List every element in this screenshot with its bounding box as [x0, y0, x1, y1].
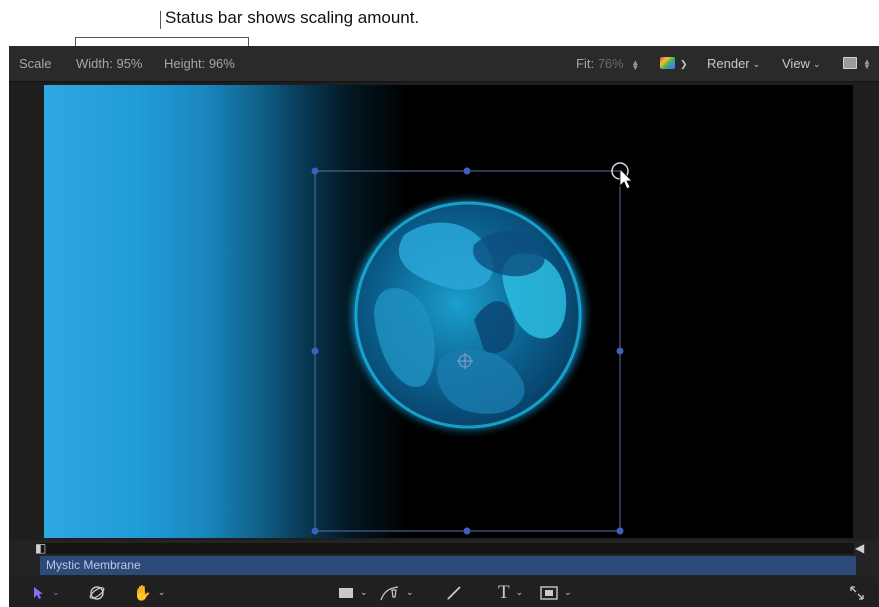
canvas-toolbar: ⌄ ✋ ⌄ ⌄ ⌄ T ⌄ ⌄ — [9, 577, 879, 607]
scale-handle[interactable] — [616, 527, 624, 535]
width-value: 95% — [116, 56, 143, 71]
expand-arrows-icon — [850, 586, 864, 600]
orbit-tool-button[interactable] — [88, 584, 106, 602]
width-readout: Width: 95% — [76, 57, 143, 71]
view-layout-icon[interactable] — [843, 57, 857, 69]
chevron-down-icon: ❯ — [680, 59, 688, 69]
chevron-down-icon: ⌄ — [812, 59, 821, 69]
callout-leader — [160, 11, 161, 29]
bezier-tool-button[interactable]: ⌄ — [380, 584, 414, 602]
arrow-cursor-icon — [34, 587, 43, 599]
channels-menu[interactable]: ❯ — [677, 57, 688, 72]
text-T-icon: T — [498, 582, 510, 603]
scale-handle[interactable] — [311, 167, 319, 175]
text-tool-button[interactable]: T ⌄ — [498, 582, 524, 603]
chevron-down-icon: ⌄ — [515, 586, 524, 597]
play-range-start-icon[interactable]: ◧ — [35, 542, 46, 554]
scale-handle[interactable] — [311, 347, 319, 355]
render-label: Render — [707, 56, 750, 71]
scale-handle[interactable] — [311, 527, 319, 535]
canvas-status-bar: Scale Width: 95% Height: 96% Fit: 76% ▲ ▼… — [9, 46, 879, 82]
scale-handle[interactable] — [463, 527, 471, 535]
rectangle-icon — [339, 588, 353, 598]
fit-zoom-control[interactable]: Fit: 76% ▲ ▼ — [576, 56, 640, 72]
hand-icon: ✋ — [133, 585, 152, 602]
scale-handle[interactable] — [463, 167, 471, 175]
timeline-clip[interactable]: Mystic Membrane — [40, 556, 856, 575]
height-readout: Height: 96% — [164, 57, 235, 71]
canvas-artwork — [311, 162, 633, 535]
orbit-icon — [89, 586, 105, 600]
motion-app-window: Scale Width: 95% Height: 96% Fit: 76% ▲ ▼… — [9, 46, 879, 607]
canvas-area — [9, 83, 879, 540]
mask-tool-button[interactable]: ⌄ — [540, 584, 572, 602]
shape-tool-button[interactable]: ⌄ — [338, 584, 368, 602]
view-menu[interactable]: View ⌄ — [782, 57, 821, 72]
height-label: Height: — [164, 56, 206, 71]
callout-bracket-left — [75, 37, 76, 46]
paintbrush-icon — [447, 586, 461, 600]
expand-canvas-button[interactable] — [849, 584, 865, 602]
play-range-end-icon[interactable]: ◀ — [855, 542, 864, 554]
view-label: View — [782, 56, 810, 71]
chevron-down-icon: ⌄ — [52, 586, 60, 597]
fit-value: 76% — [597, 56, 624, 71]
height-value: 96% — [208, 56, 235, 71]
mask-icon — [540, 586, 558, 600]
chevron-down-icon: ⌄ — [752, 59, 761, 69]
scale-handle[interactable] — [616, 347, 624, 355]
callout-bracket-right — [248, 37, 249, 46]
render-menu[interactable]: Render ⌄ — [707, 57, 760, 72]
width-label: Width: — [76, 56, 113, 71]
chevron-down-icon: ⌄ — [360, 586, 368, 597]
chevron-down-icon: ⌄ — [564, 586, 572, 597]
up-down-arrows-icon: ▲ ▼ — [631, 57, 640, 72]
select-tool-button[interactable]: ⌄ — [33, 584, 60, 602]
mini-timeline: ◧ ◀ Mystic Membrane — [9, 540, 879, 577]
callout-caption: Status bar shows scaling amount. — [165, 8, 420, 27]
callout-bracket — [75, 37, 249, 38]
up-down-arrows-icon: ▲ ▼ — [863, 57, 871, 71]
fit-label: Fit: — [576, 56, 595, 71]
timeline-track[interactable] — [39, 543, 854, 554]
scale-cursor-icon — [611, 162, 633, 190]
pan-tool-button[interactable]: ✋ ⌄ — [133, 584, 165, 602]
chevron-down-icon: ⌄ — [406, 586, 414, 597]
chevron-down-icon: ⌄ — [157, 586, 166, 597]
active-tool-name: Scale — [19, 56, 52, 71]
pen-icon — [380, 586, 399, 601]
canvas[interactable] — [44, 85, 853, 538]
paint-tool-button[interactable] — [446, 584, 462, 602]
color-swatch-icon[interactable] — [660, 57, 675, 69]
